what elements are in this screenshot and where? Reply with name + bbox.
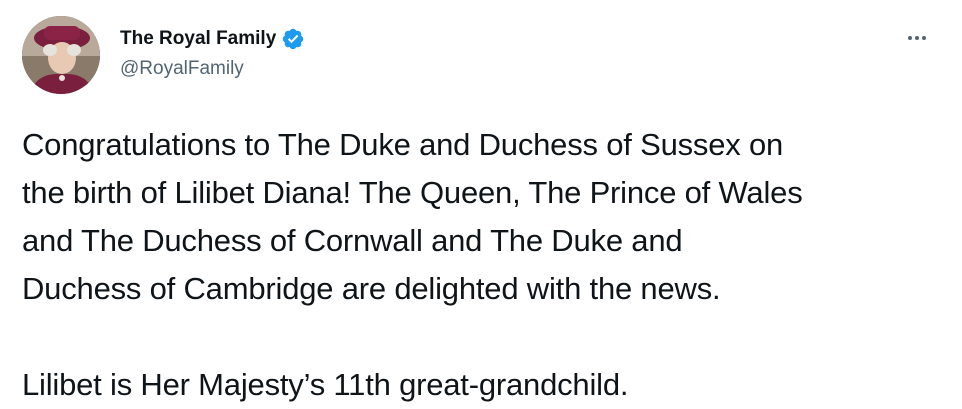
account-names: The Royal Family @RoyalFamily — [120, 26, 305, 80]
tweet-text: Congratulations to The Duke and Duchess … — [22, 121, 952, 409]
display-name[interactable]: The Royal Family — [120, 28, 276, 50]
display-name-row: The Royal Family — [120, 26, 305, 52]
account-handle[interactable]: @RoyalFamily — [120, 58, 305, 80]
verified-badge-icon — [281, 27, 305, 51]
tweet-paragraph-2: Lilibet is Her Majesty’s 11th great-gran… — [22, 367, 629, 402]
avatar[interactable] — [22, 16, 100, 94]
tweet-header: The Royal Family @RoyalFamily — [22, 16, 942, 96]
more-options-icon[interactable] — [902, 28, 932, 48]
tweet-paragraph-1: Congratulations to The Duke and Duchess … — [22, 127, 803, 306]
tweet-card: The Royal Family @RoyalFamily Congratula… — [0, 0, 962, 407]
avatar-image — [22, 16, 100, 94]
